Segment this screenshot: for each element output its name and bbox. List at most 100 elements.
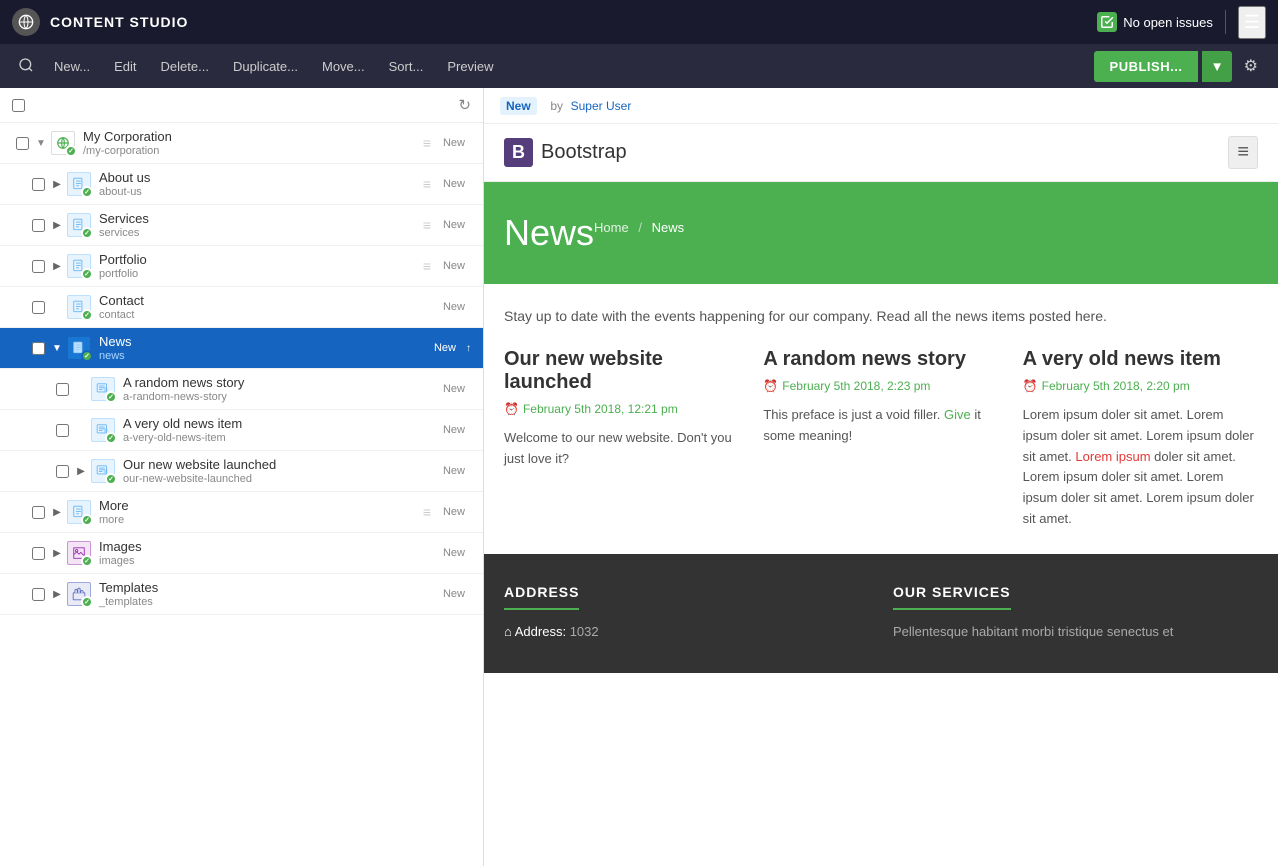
issues-icon bbox=[1097, 12, 1117, 32]
toolbar: New... Edit Delete... Duplicate... Move.… bbox=[0, 44, 1278, 88]
sidebar-item-templates[interactable]: ▶ Templates _templates New bbox=[0, 574, 483, 615]
checkbox-portfolio[interactable] bbox=[32, 260, 45, 273]
text-news: News news bbox=[99, 334, 428, 362]
sidebar-item-my-corporation[interactable]: ▼ My Corporation /my-corporation ≡ New bbox=[0, 123, 483, 164]
news-card-1: A random news story ⏰ February 5th 2018,… bbox=[763, 348, 998, 530]
edit-button[interactable]: Edit bbox=[104, 53, 146, 80]
expand-my-corporation[interactable]: ▼ bbox=[33, 138, 49, 149]
checkbox-random-news[interactable] bbox=[56, 383, 69, 396]
sidebar-item-contact[interactable]: ▶ Contact contact New bbox=[0, 287, 483, 328]
drag-handle-about-us: ≡ bbox=[423, 176, 431, 192]
sidebar-item-website-launched[interactable]: ▶ Our new website launched our-new-websi… bbox=[0, 451, 483, 492]
footer-address-heading: ADDRESS bbox=[504, 584, 579, 610]
news-card-0: Our new website launched ⏰ February 5th … bbox=[504, 348, 739, 530]
bootstrap-logo: B Bootstrap bbox=[504, 138, 627, 167]
footer-services-text: Pellentesque habitant morbi tristique se… bbox=[893, 622, 1258, 643]
icon-portfolio bbox=[65, 252, 93, 280]
move-button[interactable]: Move... bbox=[312, 53, 375, 80]
news-card-2-text: Lorem ipsum doler sit amet. Lorem ipsum … bbox=[1023, 405, 1258, 530]
drag-handle-services: ≡ bbox=[423, 217, 431, 233]
text-images: Images images bbox=[99, 539, 437, 567]
duplicate-button[interactable]: Duplicate... bbox=[223, 53, 308, 80]
expand-website-launched[interactable]: ▶ bbox=[73, 466, 89, 477]
settings-button[interactable]: ⚙ bbox=[1236, 50, 1266, 82]
checkbox-news[interactable] bbox=[32, 342, 45, 355]
sort-button[interactable]: Sort... bbox=[379, 53, 434, 80]
text-about-us: About us about-us bbox=[99, 170, 423, 198]
new-button[interactable]: New... bbox=[44, 53, 100, 80]
text-templates: Templates _templates bbox=[99, 580, 437, 608]
give-link[interactable]: Give bbox=[944, 407, 971, 422]
preview-status-badge: New bbox=[500, 97, 537, 115]
intro-paragraph: Stay up to date with the events happenin… bbox=[504, 308, 1258, 324]
no-issues-indicator: No open issues bbox=[1097, 12, 1213, 32]
bootstrap-logo-text: Bootstrap bbox=[541, 141, 627, 164]
footer-address-text: ⌂ Address: 1032 bbox=[504, 622, 869, 643]
expand-portfolio[interactable]: ▶ bbox=[49, 261, 65, 272]
drag-handle-more: ≡ bbox=[423, 504, 431, 520]
expand-images[interactable]: ▶ bbox=[49, 548, 65, 559]
navbar-toggle-button[interactable]: ≡ bbox=[1228, 136, 1258, 169]
footer-services-heading: OUR SERVICES bbox=[893, 584, 1011, 610]
breadcrumb-current: News bbox=[652, 220, 685, 235]
news-card-2: A very old news item ⏰ February 5th 2018… bbox=[1023, 348, 1258, 530]
news-card-2-date: ⏰ February 5th 2018, 2:20 pm bbox=[1023, 379, 1258, 393]
cursor-indicator: ↑ bbox=[466, 343, 471, 354]
checkbox-contact[interactable] bbox=[32, 301, 45, 314]
footer-address-label: Address: bbox=[515, 624, 566, 639]
refresh-icon[interactable]: ↻ bbox=[458, 96, 471, 114]
text-services: Services services bbox=[99, 211, 423, 239]
news-card-0-date: ⏰ February 5th 2018, 12:21 pm bbox=[504, 402, 739, 416]
text-website-launched: Our new website launched our-new-website… bbox=[123, 457, 437, 485]
checkbox-images[interactable] bbox=[32, 547, 45, 560]
checkbox-templates[interactable] bbox=[32, 588, 45, 601]
icon-old-news bbox=[89, 416, 117, 444]
checkbox-about-us[interactable] bbox=[32, 178, 45, 191]
topbar-menu-button[interactable]: ☰ bbox=[1238, 6, 1266, 39]
checkbox-services[interactable] bbox=[32, 219, 45, 232]
text-contact: Contact contact bbox=[99, 293, 437, 321]
sidebar-item-more[interactable]: ▶ More more ≡ New bbox=[0, 492, 483, 533]
expand-about-us[interactable]: ▶ bbox=[49, 179, 65, 190]
icon-contact bbox=[65, 293, 93, 321]
checkbox-more[interactable] bbox=[32, 506, 45, 519]
expand-templates[interactable]: ▶ bbox=[49, 589, 65, 600]
icon-my-corporation bbox=[49, 129, 77, 157]
sidebar-item-images[interactable]: ▶ Images images New bbox=[0, 533, 483, 574]
sidebar-item-news[interactable]: ▼ News news New ↑ bbox=[0, 328, 483, 369]
publish-button[interactable]: PUBLISH... bbox=[1094, 51, 1199, 82]
select-all-checkbox[interactable] bbox=[12, 99, 25, 112]
preview-button[interactable]: Preview bbox=[437, 53, 503, 80]
text-random-news: A random news story a-random-news-story bbox=[123, 375, 437, 403]
checkbox-my-corporation[interactable] bbox=[16, 137, 29, 150]
breadcrumb: Home / News bbox=[594, 220, 684, 235]
lorem-link[interactable]: Lorem ipsum bbox=[1075, 449, 1150, 464]
expand-news[interactable]: ▼ bbox=[49, 343, 65, 354]
footer-section: ADDRESS ⌂ Address: 1032 OUR SERVICES Pel… bbox=[484, 554, 1278, 673]
bootstrap-navbar: B Bootstrap ≡ bbox=[484, 124, 1278, 182]
app-title: CONTENT STUDIO bbox=[50, 14, 1097, 30]
text-my-corporation: My Corporation /my-corporation bbox=[83, 129, 423, 157]
sidebar-item-about-us[interactable]: ▶ About us about-us ≡ New bbox=[0, 164, 483, 205]
news-card-1-date: ⏰ February 5th 2018, 2:23 pm bbox=[763, 379, 998, 393]
expand-more[interactable]: ▶ bbox=[49, 507, 65, 518]
footer-address: ADDRESS ⌂ Address: 1032 bbox=[504, 584, 869, 643]
delete-button[interactable]: Delete... bbox=[151, 53, 219, 80]
news-card-0-text: Welcome to our new website. Don't you ju… bbox=[504, 428, 739, 470]
icon-website-launched bbox=[89, 457, 117, 485]
expand-services[interactable]: ▶ bbox=[49, 220, 65, 231]
icon-services bbox=[65, 211, 93, 239]
publish-dropdown-button[interactable]: ▼ bbox=[1202, 51, 1231, 82]
sidebar-item-portfolio[interactable]: ▶ Portfolio portfolio ≡ New bbox=[0, 246, 483, 287]
sidebar-item-old-news[interactable]: ▶ A very old news item a-very-old-news-i… bbox=[0, 410, 483, 451]
text-old-news: A very old news item a-very-old-news-ite… bbox=[123, 416, 437, 444]
checkbox-old-news[interactable] bbox=[56, 424, 69, 437]
sidebar-item-random-news[interactable]: ▶ A random news story a-random-news-stor… bbox=[0, 369, 483, 410]
preview-by-label: by bbox=[550, 99, 563, 113]
checkbox-website-launched[interactable] bbox=[56, 465, 69, 478]
search-button[interactable] bbox=[12, 51, 40, 82]
drag-handle-my-corporation: ≡ bbox=[423, 135, 431, 151]
text-portfolio: Portfolio portfolio bbox=[99, 252, 423, 280]
sidebar-item-services[interactable]: ▶ Services services ≡ New bbox=[0, 205, 483, 246]
topbar-separator bbox=[1225, 10, 1226, 34]
